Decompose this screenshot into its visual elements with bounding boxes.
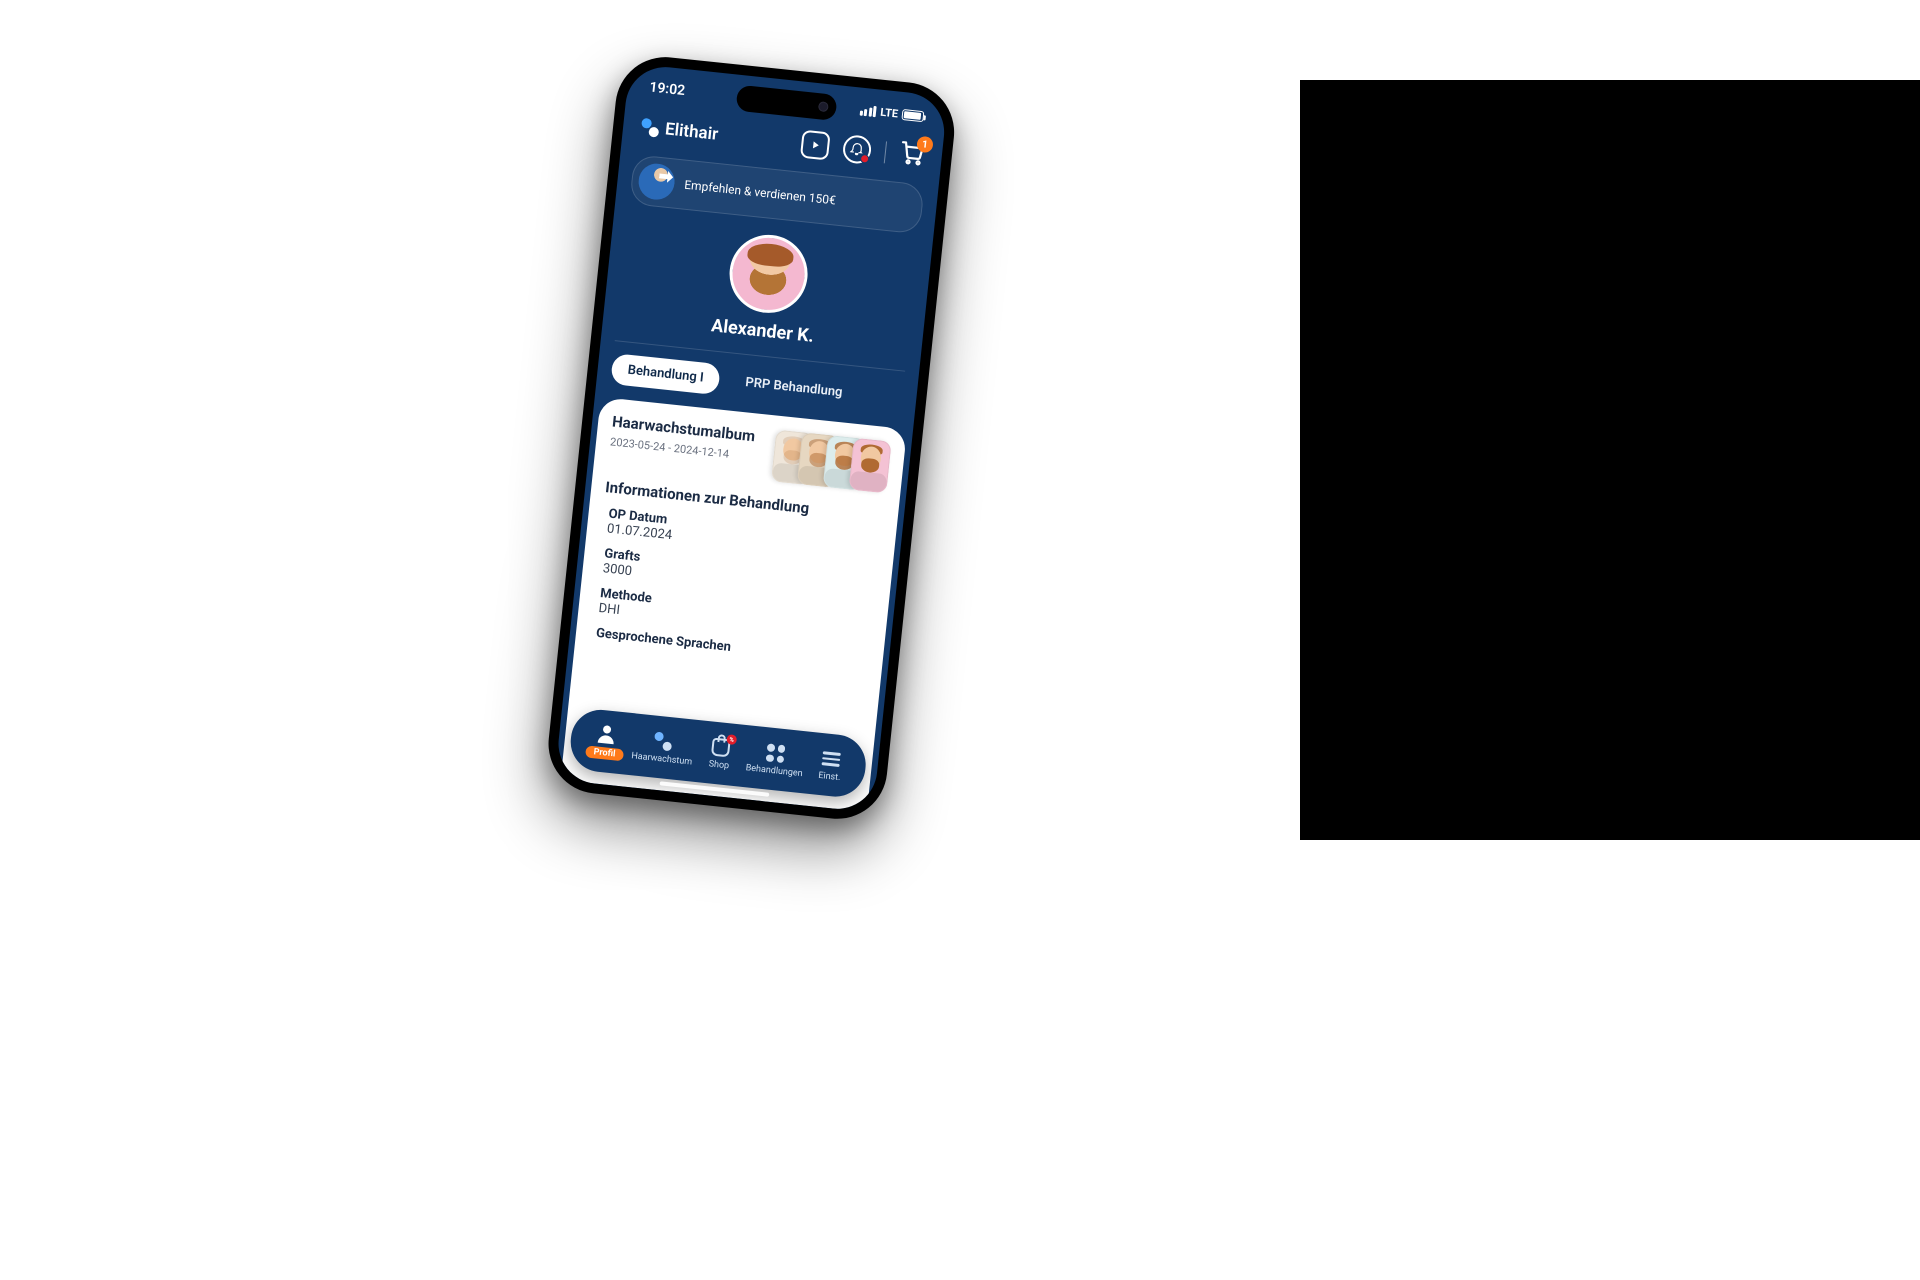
status-time: 19:02 — [649, 79, 686, 99]
battery-icon — [901, 108, 924, 121]
logo-icon — [651, 729, 675, 753]
nav-profile-label: Profil — [585, 745, 624, 761]
notifications-icon[interactable] — [842, 134, 873, 165]
brand[interactable]: Elithair — [640, 117, 719, 145]
nav-growth-label: Haarwachstum — [631, 751, 693, 767]
background-dark-block — [1300, 80, 1920, 840]
video-icon[interactable] — [800, 130, 831, 161]
phone-body: 19:02 LTE Elithair — [544, 52, 959, 823]
phone-mockup: 19:02 LTE Elithair — [544, 52, 959, 823]
referral-text: Empfehlen & verdienen 150€ — [684, 178, 837, 208]
divider — [884, 141, 887, 163]
referral-avatar-icon — [637, 162, 677, 202]
person-icon — [594, 722, 618, 746]
nav-treatments[interactable]: Behandlungen — [745, 739, 805, 779]
grid-icon — [764, 741, 788, 765]
album-text: Haarwachstumalbum 2023-05-24 - 2024-12-1… — [610, 412, 756, 463]
app-screen: 19:02 LTE Elithair — [555, 63, 949, 813]
signal-icon — [859, 104, 877, 117]
nav-treatments-label: Behandlungen — [745, 763, 803, 779]
tab-treatment-1[interactable]: Behandlung I — [610, 353, 721, 395]
menu-icon — [819, 747, 843, 771]
growth-album-row[interactable]: Haarwachstumalbum 2023-05-24 - 2024-12-1… — [608, 412, 892, 493]
nav-settings-label: Einst. — [818, 771, 841, 783]
shop-badge-icon: % — [726, 734, 737, 745]
brand-name: Elithair — [664, 119, 719, 144]
tab-prp[interactable]: PRP Behandlung — [728, 365, 860, 409]
nav-shop-label: Shop — [708, 759, 729, 771]
brand-logo-icon — [640, 118, 660, 138]
nav-growth[interactable]: Haarwachstum — [631, 727, 695, 767]
network-label: LTE — [880, 105, 899, 120]
nav-profile[interactable]: Profil — [577, 721, 634, 762]
user-avatar[interactable] — [726, 231, 812, 317]
cart-button[interactable]: 1 — [898, 140, 925, 170]
album-thumbnails — [783, 431, 892, 494]
album-photo-4 — [848, 438, 891, 494]
notification-dot-icon — [860, 154, 870, 164]
nav-shop[interactable]: % Shop — [692, 734, 749, 773]
nav-settings[interactable]: Einst. — [802, 745, 859, 784]
status-right: LTE — [859, 103, 924, 123]
bag-icon: % — [709, 735, 733, 759]
